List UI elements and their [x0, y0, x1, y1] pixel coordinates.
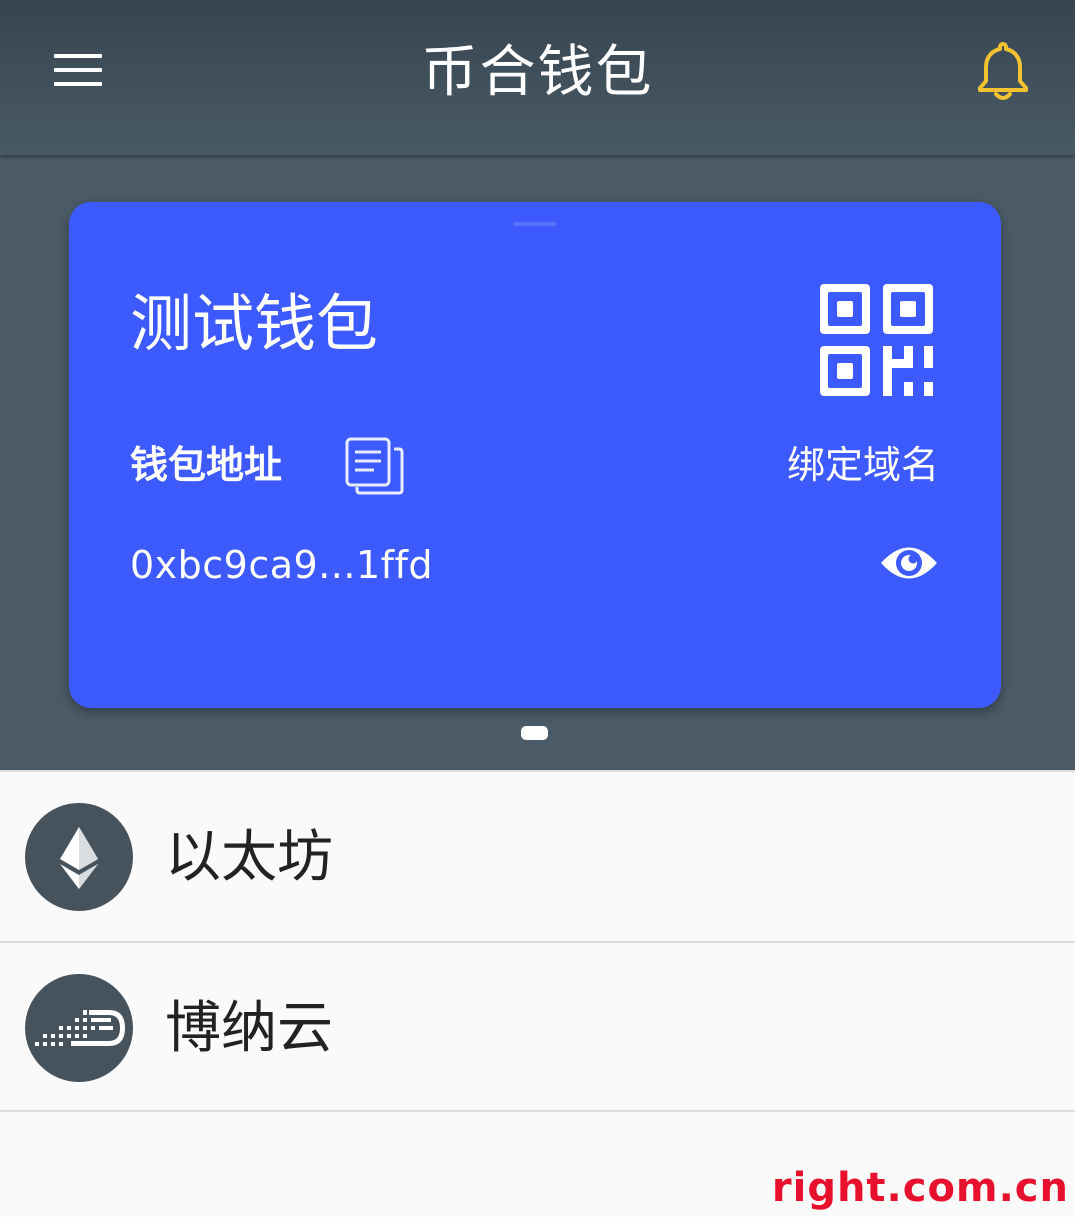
- wallet-card[interactable]: 测试钱包 钱包地址 绑定域名 0xbc9ca9...1ffd: [69, 202, 1001, 708]
- copy-icon[interactable]: [344, 435, 404, 495]
- bind-domain-button[interactable]: 绑定域名: [787, 440, 939, 490]
- qr-code-icon[interactable]: [820, 284, 934, 396]
- wallet-address: 0xbc9ca9...1ffd: [130, 543, 434, 587]
- ethereum-icon: [25, 803, 133, 911]
- wallet-name: 测试钱包: [130, 287, 379, 360]
- coin-name: 以太坊: [165, 825, 333, 890]
- coin-item-ethereum[interactable]: 以太坊: [0, 770, 1075, 941]
- coin-item-bonayun[interactable]: 博纳云: [0, 941, 1075, 1112]
- page-title: 币合钱包: [421, 40, 654, 105]
- wallet-address-label: 钱包地址: [130, 443, 283, 487]
- bonayun-icon: [25, 974, 133, 1082]
- page-indicator-dot: [521, 726, 548, 740]
- coin-list: 以太坊 博纳云: [0, 770, 1075, 1112]
- card-grip: [514, 222, 556, 226]
- coin-name: 博纳云: [165, 996, 333, 1061]
- wallet-carousel: 测试钱包 钱包地址 绑定域名 0xbc9ca9...1ffd: [0, 155, 1075, 770]
- app-bar: 币合钱包: [0, 0, 1075, 155]
- eye-icon[interactable]: [879, 540, 939, 586]
- bell-icon[interactable]: [968, 36, 1038, 106]
- watermark: right.com.cn: [771, 1165, 1069, 1211]
